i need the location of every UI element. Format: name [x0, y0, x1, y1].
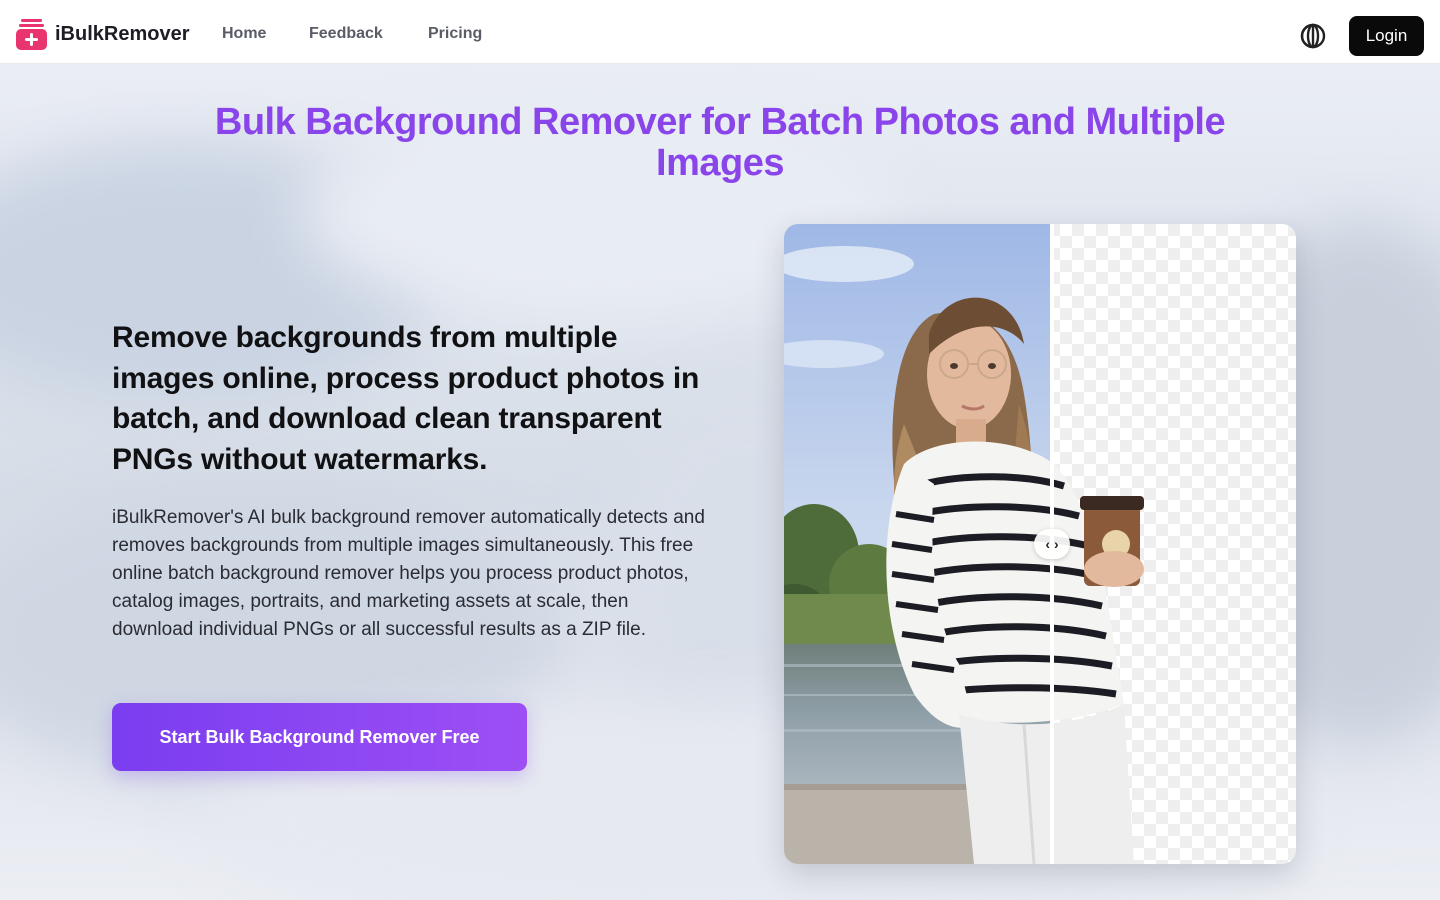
top-navbar: iBulkRemover Home Feedback Pricing Login [0, 0, 1440, 64]
compare-arrows-icon: ‹ › [1045, 536, 1059, 552]
nav-link-home[interactable]: Home [222, 25, 266, 43]
contrast-icon [1300, 23, 1326, 49]
brand[interactable]: iBulkRemover [16, 18, 190, 50]
logo-icon [16, 18, 47, 50]
brand-name: iBulkRemover [55, 22, 190, 45]
compare-slider-handle[interactable]: ‹ › [1034, 529, 1070, 559]
nav-link-feedback[interactable]: Feedback [309, 25, 383, 43]
page-title: Bulk Background Remover for Batch Photos… [214, 101, 1226, 184]
nav-link-pricing[interactable]: Pricing [428, 25, 482, 43]
hero-description: iBulkRemover's AI bulk background remove… [112, 507, 705, 640]
start-free-button[interactable]: Start Bulk Background Remover Free [112, 703, 527, 771]
theme-toggle-button[interactable] [1299, 22, 1327, 50]
hero-subheading: Remove backgrounds from multiple images … [112, 321, 700, 476]
login-button[interactable]: Login [1349, 16, 1424, 56]
